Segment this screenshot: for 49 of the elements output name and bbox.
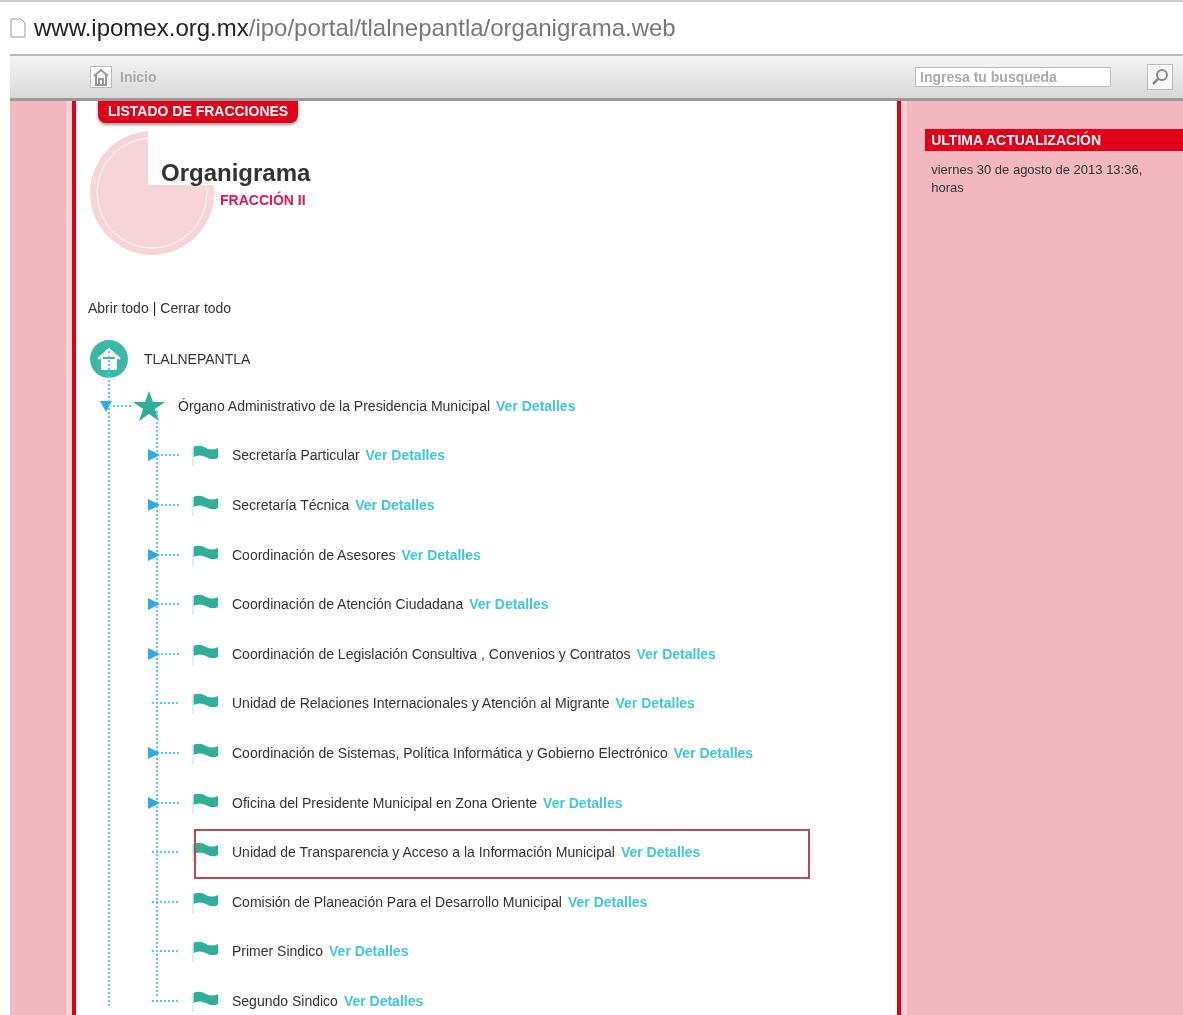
tree-item-label[interactable]: Unidad de Transparencia y Acceso a la Información Municipal — [232, 844, 615, 861]
tree-item-label[interactable]: Secretaría Particular — [232, 447, 360, 464]
expand-arrow-icon[interactable] — [146, 794, 180, 811]
tree-item-label[interactable]: Comisión de Planeación Para el Desarrollo Municipal — [232, 893, 562, 910]
close-all-link[interactable]: Cerrar todo — [160, 300, 232, 316]
page-title: Organigrama — [161, 159, 311, 187]
flag-icon — [190, 791, 220, 814]
star-icon — [132, 389, 166, 422]
tree-root-label[interactable]: TLALNEPANTLA — [144, 351, 251, 367]
flag-icon — [190, 989, 220, 1012]
flag-icon — [190, 543, 220, 566]
tree-item-label[interactable]: Órgano Administrativo de la Presidencia Municipal — [178, 397, 491, 414]
tree-item-label[interactable]: Secretaría Técnica — [232, 497, 350, 513]
tree-item-label[interactable]: Coordinación de Sistemas, Política Informática y Gobierno Electrónico — [232, 744, 668, 761]
expand-arrow-icon[interactable] — [146, 596, 180, 613]
search-field[interactable]: Ingresa tu busqueda — [915, 67, 1111, 87]
flag-icon — [190, 494, 220, 516]
expand-arrow-icon[interactable] — [146, 447, 180, 464]
page-icon — [10, 18, 26, 38]
tree-item-label[interactable]: Oficina del Presidente Municipal en Zona Oriente — [232, 794, 538, 811]
separator-text: | — [152, 300, 157, 316]
flag-icon — [190, 642, 220, 665]
open-all-link[interactable]: Abrir todo — [88, 300, 149, 316]
page-subtitle: FRACCIÓN II — [220, 192, 306, 208]
tree-item-label[interactable]: Segundo Sindico — [232, 992, 338, 1009]
flag-icon — [190, 593, 220, 616]
tree-item-label[interactable]: Unidad de Relaciones Internacionales y Atención al Migrante — [232, 695, 610, 712]
tree-item-label[interactable]: Coordinación de Asesores — [232, 546, 396, 563]
expand-arrow-icon[interactable] — [146, 546, 180, 563]
sidebar-title: ULTIMA ACTUALIZACIÓN — [925, 129, 1183, 151]
search-button[interactable] — [1147, 64, 1173, 90]
tree-item-label[interactable]: Primer Sindico — [232, 943, 324, 960]
last-update-text: viernes 30 de agosto de 2013 13:36, horas — [930, 161, 1144, 197]
expand-arrow-icon[interactable] — [146, 744, 180, 761]
search-icon — [1151, 68, 1169, 86]
expand-arrow-icon[interactable] — [146, 645, 180, 662]
home-icon — [90, 66, 112, 88]
home-icon — [88, 339, 130, 379]
expand-arrow-icon[interactable] — [146, 497, 180, 513]
url-text: www.ipomex.org.mx/ipo/portal/tlalnepantla/organigrama.web — [34, 14, 676, 42]
flag-icon — [190, 444, 220, 467]
flag-icon — [190, 940, 220, 963]
fractions-tab[interactable]: LISTADO DE FRACCIONES — [98, 101, 299, 123]
flag-icon — [190, 841, 220, 864]
tree-item-label[interactable]: Coordinación de Atención Ciudadana — [232, 596, 464, 613]
flag-icon — [190, 741, 220, 764]
tree-item-label[interactable]: Coordinación de Legislación Consultiva , Convenios y Contratos — [232, 645, 631, 662]
flag-icon — [190, 692, 220, 715]
flag-icon — [190, 890, 220, 913]
